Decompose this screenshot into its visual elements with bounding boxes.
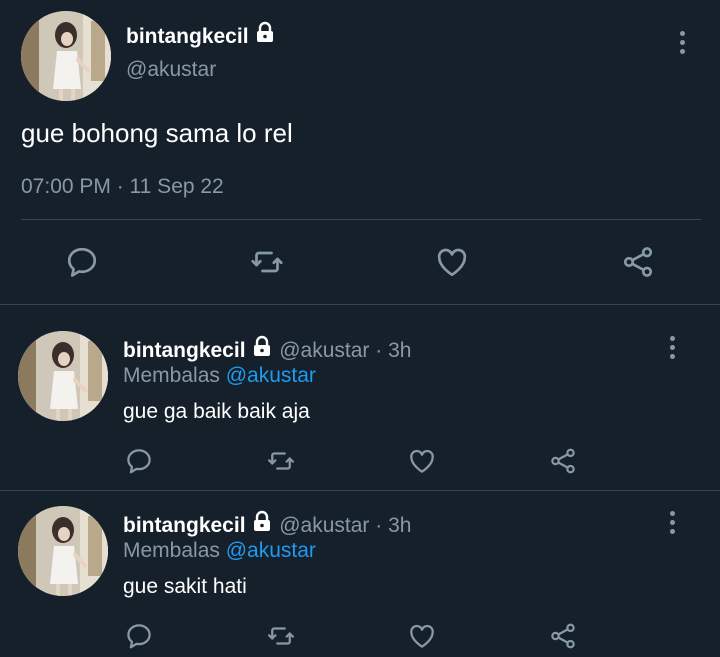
retweet-button[interactable] (266, 446, 296, 476)
more-options-button[interactable] (670, 511, 675, 538)
more-options-button[interactable] (670, 336, 675, 363)
handle[interactable]: @akustar (126, 58, 216, 82)
like-button[interactable] (407, 446, 437, 476)
handle-time[interactable]: @akustar · 3h (279, 339, 411, 362)
more-icon (670, 511, 675, 516)
reply-button[interactable] (64, 244, 100, 280)
avatar[interactable] (18, 506, 108, 596)
lock-icon (254, 21, 276, 50)
reply-icon (127, 449, 151, 474)
retweet-button[interactable] (249, 244, 285, 280)
tweet-text: gue ga baik baik aja (123, 400, 310, 423)
share-icon (551, 623, 575, 649)
share-icon (623, 247, 653, 277)
lock-icon (251, 335, 273, 364)
display-name[interactable]: bintangkecil (126, 25, 249, 48)
replying-to: Membalas @akustar (123, 539, 316, 563)
lock-icon (251, 510, 273, 539)
tweet-text: gue sakit hati (123, 575, 247, 598)
retweet-icon (268, 452, 294, 470)
timestamp[interactable]: 07:00 PM · 11 Sep 22 (21, 175, 224, 199)
more-icon (670, 336, 675, 341)
more-options-button[interactable] (680, 31, 685, 58)
display-name[interactable]: bintangkecil (123, 514, 246, 537)
share-icon (551, 448, 575, 474)
retweet-icon (268, 627, 294, 645)
more-icon (680, 31, 685, 36)
replying-label: Membalas (123, 364, 220, 387)
replying-handle-link[interactable]: @akustar (226, 364, 316, 387)
display-name[interactable]: bintangkecil (123, 339, 246, 362)
retweet-button[interactable] (266, 621, 296, 651)
replying-to: Membalas @akustar (123, 364, 316, 388)
like-icon (410, 449, 434, 473)
avatar[interactable] (21, 11, 111, 101)
divider (0, 304, 720, 305)
like-icon (437, 248, 467, 277)
handle-time[interactable]: @akustar · 3h (279, 514, 411, 537)
avatar[interactable] (18, 331, 108, 421)
like-button[interactable] (407, 621, 437, 651)
like-button[interactable] (434, 244, 470, 280)
reply-button[interactable] (124, 621, 154, 651)
replying-label: Membalas (123, 539, 220, 562)
reply-button[interactable] (124, 446, 154, 476)
share-button[interactable] (548, 446, 578, 476)
like-icon (410, 624, 434, 648)
replying-handle-link[interactable]: @akustar (226, 539, 316, 562)
retweet-icon (251, 251, 283, 273)
share-button[interactable] (620, 244, 656, 280)
reply-icon (67, 247, 97, 277)
reply-icon (127, 624, 151, 649)
divider (21, 219, 701, 220)
share-button[interactable] (548, 621, 578, 651)
tweet-text: gue bohong sama lo rel (21, 118, 293, 148)
divider (0, 490, 720, 491)
